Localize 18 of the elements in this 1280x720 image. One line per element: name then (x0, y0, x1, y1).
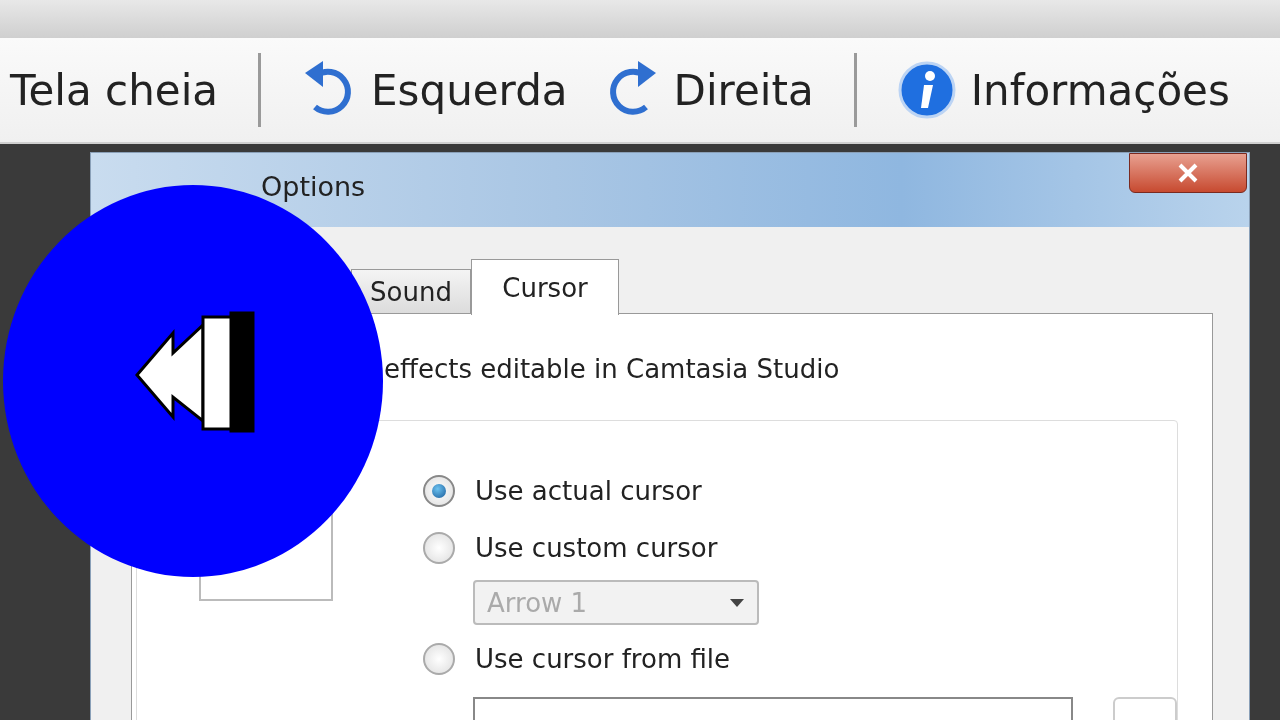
window-title: Options (261, 171, 366, 202)
caret-icon (729, 597, 745, 608)
toolbar-button[interactable]: Informações (878, 60, 1248, 120)
toolbar-button[interactable]: Direita (585, 55, 832, 125)
radio-label[interactable]: Use actual cursor (475, 475, 702, 506)
radio-label[interactable]: Use cursor from file (475, 644, 731, 675)
tab[interactable]: Cursor (471, 259, 619, 315)
toolbar-button[interactable]: Tela cheia (0, 65, 237, 115)
info-icon (896, 60, 957, 120)
close-icon (1176, 161, 1200, 185)
tab[interactable]: Sound (351, 269, 471, 313)
radio-button[interactable] (423, 532, 455, 565)
radio-button[interactable] (423, 474, 455, 507)
toolbar-button[interactable]: Esquerda (283, 55, 586, 125)
radio-label[interactable]: Use custom cursor (475, 533, 718, 564)
close-button[interactable] (1129, 153, 1247, 193)
option-label: effects editable in Camtasia Studio (384, 354, 841, 384)
radio-button[interactable] (423, 643, 455, 676)
